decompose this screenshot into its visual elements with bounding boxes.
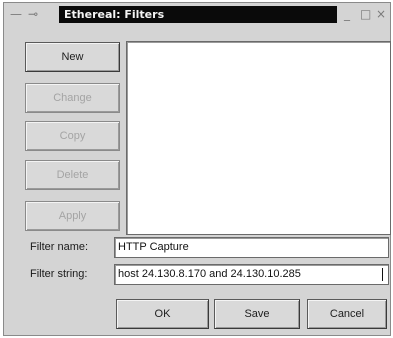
window-title: Ethereal: Filters bbox=[59, 6, 337, 23]
title-bar: — ⊸ Ethereal: Filters _ □ × bbox=[4, 3, 390, 27]
window-menu-icon[interactable]: — bbox=[10, 7, 22, 21]
filter-name-label: Filter name: bbox=[30, 241, 89, 253]
delete-button[interactable]: Delete bbox=[25, 160, 120, 190]
change-button[interactable]: Change bbox=[25, 83, 120, 113]
close-icon[interactable]: × bbox=[376, 7, 386, 21]
ok-button[interactable]: OK bbox=[116, 299, 209, 329]
filter-string-label: Filter string: bbox=[30, 268, 88, 280]
maximize-icon[interactable]: □ bbox=[360, 7, 371, 21]
filter-string-value: host 24.130.8.170 and 24.130.10.285 bbox=[118, 268, 301, 280]
filter-name-value: HTTP Capture bbox=[118, 241, 189, 253]
text-caret bbox=[382, 268, 383, 281]
save-button[interactable]: Save bbox=[214, 299, 300, 329]
pin-icon[interactable]: ⊸ bbox=[28, 7, 38, 21]
filters-window: — ⊸ Ethereal: Filters _ □ × New Change C… bbox=[3, 2, 391, 336]
filter-list[interactable] bbox=[126, 41, 391, 235]
cancel-button[interactable]: Cancel bbox=[307, 299, 387, 329]
filter-string-input[interactable]: host 24.130.8.170 and 24.130.10.285 bbox=[114, 264, 389, 285]
apply-button[interactable]: Apply bbox=[25, 201, 120, 231]
filter-name-input[interactable]: HTTP Capture bbox=[114, 237, 389, 258]
minimize-icon[interactable]: _ bbox=[344, 7, 350, 21]
copy-button[interactable]: Copy bbox=[25, 121, 120, 151]
new-button[interactable]: New bbox=[25, 42, 120, 72]
